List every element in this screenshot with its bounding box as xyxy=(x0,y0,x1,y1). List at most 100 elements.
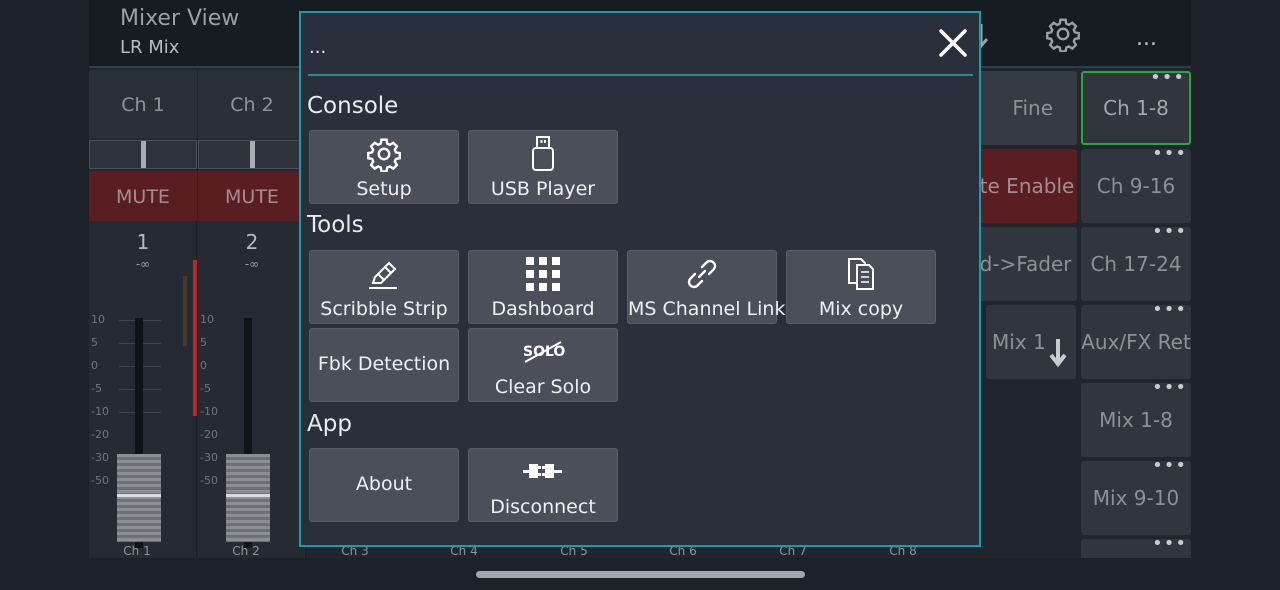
gear-icon xyxy=(310,135,458,173)
dialog-divider xyxy=(308,74,973,76)
bank-more-icon[interactable]: ••• xyxy=(1150,69,1185,87)
mix-select-label: Mix 1 xyxy=(992,330,1046,354)
fader-cap[interactable] xyxy=(226,454,270,542)
bank-ch-17-24[interactable]: Ch 17-24 ••• xyxy=(1081,223,1191,301)
channel-footer: Ch 2 xyxy=(232,544,260,558)
fader-scale-label: 0 xyxy=(200,359,207,372)
about-button[interactable]: About xyxy=(309,448,459,522)
fader-scale-label: -10 xyxy=(91,405,109,418)
fader-cap[interactable] xyxy=(117,454,161,542)
mix-select-button[interactable]: Mix 1 xyxy=(986,305,1076,379)
bank-label: Ch 17-24 xyxy=(1090,252,1182,276)
bank-label: Aux/FX Ret xyxy=(1081,330,1191,354)
usb-player-button[interactable]: USB Player xyxy=(468,130,618,204)
app-title: Mixer View xyxy=(120,6,240,31)
send-to-fader-button[interactable]: nd->Fader xyxy=(967,227,1077,301)
channel-strip: Ch 2 MUTE 2 -∞ 10 5 0 -5 -10 -20 -30 -50… xyxy=(193,70,306,558)
ms-channel-links-button[interactable]: MS Channel Links xyxy=(627,250,796,324)
disconnect-label: Disconnect xyxy=(490,496,596,518)
setup-button[interactable]: Setup xyxy=(309,130,459,204)
bank-label: Ch 9-16 xyxy=(1096,174,1176,198)
bank-more-icon[interactable]: ••• xyxy=(1152,457,1187,475)
dashboard-label: Dashboard xyxy=(491,298,595,320)
bank-label: Mix 1-8 xyxy=(1099,408,1173,432)
section-app-title: App xyxy=(307,411,352,437)
pan-knob[interactable] xyxy=(141,141,146,168)
channel-strip: Ch 1 MUTE 1 -∞ 10 5 0 -5 -10 -20 -30 -50… xyxy=(89,70,197,558)
bank-more-icon[interactable]: ••• xyxy=(1152,301,1187,319)
channel-number: 1 xyxy=(136,230,150,254)
section-tools-title: Tools xyxy=(307,212,364,238)
grid-icon xyxy=(469,255,617,293)
fader-scale-label: 10 xyxy=(91,313,105,326)
solo-off-icon: SOLO xyxy=(469,337,617,367)
fader-scale-label: -30 xyxy=(91,451,109,464)
mix-copy-label: Mix copy xyxy=(818,298,904,320)
mute-button[interactable]: MUTE xyxy=(198,171,306,221)
channel-name[interactable]: Ch 1 xyxy=(89,70,197,138)
scribble-strip-label: Scribble Strip xyxy=(320,298,448,320)
pan-knob[interactable] xyxy=(250,141,255,168)
section-console-title: Console xyxy=(307,93,399,119)
fader-scale-label: 5 xyxy=(91,336,98,349)
bank-aux-fx-ret[interactable]: Aux/FX Ret ••• xyxy=(1081,301,1191,379)
mix-subtitle[interactable]: LR Mix xyxy=(120,37,179,58)
fader-scale-label: 5 xyxy=(200,336,207,349)
home-indicator[interactable] xyxy=(476,571,805,578)
dashboard-button[interactable]: Dashboard xyxy=(468,250,618,324)
about-label: About xyxy=(355,473,413,495)
usb-player-label: USB Player xyxy=(490,178,596,200)
clear-solo-button[interactable]: SOLO Clear Solo xyxy=(468,328,618,402)
close-icon[interactable] xyxy=(933,23,973,63)
channel-footer: Ch 1 xyxy=(123,544,151,558)
pan-control[interactable] xyxy=(198,140,306,169)
more-icon[interactable]: ... xyxy=(1136,26,1157,51)
dialog-title: ... xyxy=(309,37,327,58)
mute-enable-button[interactable]: ute Enable xyxy=(967,149,1077,223)
settings-icon[interactable] xyxy=(1045,16,1081,56)
fbk-detection-button[interactable]: Fbk Detection xyxy=(309,328,459,402)
bank-label: Mix 9-10 xyxy=(1092,486,1180,510)
ms-channel-links-label: MS Channel Links xyxy=(628,298,796,320)
pencil-icon xyxy=(310,255,458,293)
mute-button[interactable]: MUTE xyxy=(89,171,197,221)
scribble-strip-button[interactable]: Scribble Strip xyxy=(309,250,459,324)
fader-scale-label: -20 xyxy=(91,428,109,441)
fbk-detection-label: Fbk Detection xyxy=(317,353,451,375)
fader-scale-label: 10 xyxy=(200,313,214,326)
channel-number: 2 xyxy=(245,230,259,254)
fine-button[interactable]: Fine xyxy=(967,71,1077,145)
bank-more[interactable]: ••• xyxy=(1081,535,1191,558)
channel-level: -∞ xyxy=(135,257,151,271)
fader-scale-label: -5 xyxy=(200,382,211,395)
menu-dialog: ... Console Setup USB Player Tools Scrib… xyxy=(299,11,981,547)
bank-ch-1-8[interactable]: Ch 1-8 ••• xyxy=(1081,69,1191,145)
clear-solo-label: Clear Solo xyxy=(494,376,592,398)
bank-mix-1-8[interactable]: Mix 1-8 ••• xyxy=(1081,379,1191,457)
link-icon xyxy=(628,255,776,293)
disconnect-button[interactable]: Disconnect xyxy=(468,448,618,522)
fader-scale-label: 0 xyxy=(91,359,98,372)
bank-more-icon[interactable]: ••• xyxy=(1152,535,1187,553)
bank-label: Ch 1-8 xyxy=(1103,96,1169,120)
bank-ch-9-16[interactable]: Ch 9-16 ••• xyxy=(1081,145,1191,223)
mix-copy-button[interactable]: Mix copy xyxy=(786,250,936,324)
fader-scale-label: -20 xyxy=(200,428,218,441)
fader-scale-label: -5 xyxy=(91,382,102,395)
channel-name[interactable]: Ch 2 xyxy=(198,70,306,138)
pan-control[interactable] xyxy=(89,140,197,169)
copy-icon xyxy=(787,255,935,293)
setup-label: Setup xyxy=(356,178,412,200)
level-meter xyxy=(193,260,197,416)
arrow-down-icon xyxy=(1048,325,1068,379)
fader-scale-label: -10 xyxy=(200,405,218,418)
bank-more-icon[interactable]: ••• xyxy=(1152,223,1187,241)
level-meter xyxy=(183,276,187,346)
channel-level: -∞ xyxy=(244,257,260,271)
fader-scale-label: -50 xyxy=(200,474,218,487)
bank-more-icon[interactable]: ••• xyxy=(1152,145,1187,163)
bank-more-icon[interactable]: ••• xyxy=(1152,379,1187,397)
bank-mix-9-10[interactable]: Mix 9-10 ••• xyxy=(1081,457,1191,535)
disconnect-plug-icon xyxy=(469,457,617,485)
fader-scale-label: -30 xyxy=(200,451,218,464)
